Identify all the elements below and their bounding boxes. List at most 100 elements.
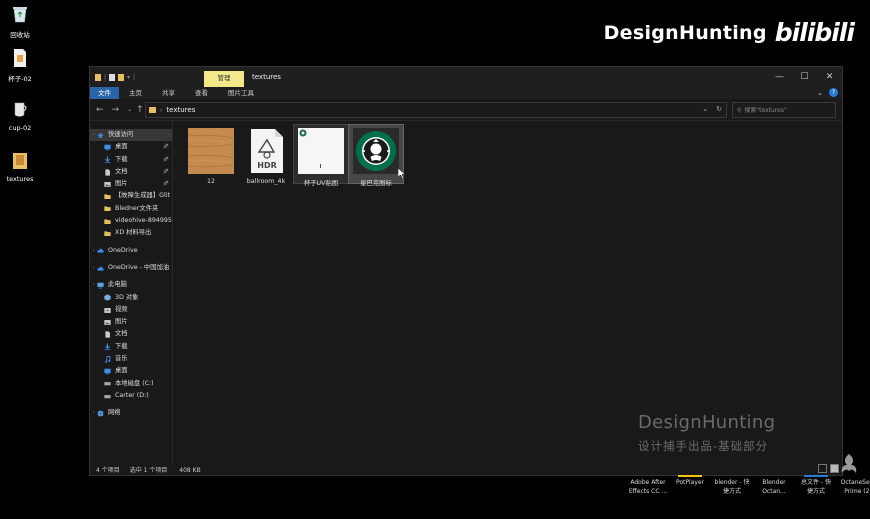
pin-icon[interactable]: 📌 <box>163 178 169 190</box>
file-name: 星巴克图标 <box>360 180 392 187</box>
sidebar-item[interactable]: Carter (D:) <box>90 390 172 402</box>
maximize-button[interactable]: ☐ <box>792 67 817 87</box>
forward-icon[interactable]: → <box>112 105 120 115</box>
search-box[interactable]: ⚲ <box>732 102 836 118</box>
sidebar-item[interactable]: › 网络 <box>90 407 172 419</box>
taskbar-app[interactable]: 总文件 - 快捷方式 <box>795 475 837 496</box>
watermark-name: DesignHunting <box>603 21 767 44</box>
new-folder-icon[interactable] <box>118 73 125 81</box>
sidebar-item[interactable]: 文档 <box>90 328 172 340</box>
sidebar-item-label: Carter (D:) <box>115 391 149 399</box>
breadcrumb-textures[interactable]: textures <box>166 106 195 114</box>
sidebar-item-label: 图片 <box>115 180 128 188</box>
expand-chevron-icon[interactable]: › <box>90 407 97 419</box>
sidebar-item[interactable]: 音乐 <box>90 353 172 365</box>
tab-file[interactable]: 文件 <box>90 87 119 99</box>
document-icon <box>104 331 115 338</box>
desktop-icon-recycle-bin[interactable]: 回收站 <box>0 4 40 39</box>
back-icon[interactable]: ← <box>96 105 104 115</box>
watermark-bottom-name: DesignHunting <box>638 412 776 433</box>
file-item[interactable]: HDR ballroom_4k <box>238 124 294 185</box>
sidebar-item-label: 下载 <box>115 155 128 163</box>
context-tab-manage[interactable]: 管理 <box>204 71 244 87</box>
mouse-cursor-icon <box>398 168 406 180</box>
taskbar-app-label: Blender <box>762 479 786 486</box>
desktop-icon-cup-cn[interactable]: 杯子-02 <box>0 48 40 83</box>
tab-share[interactable]: 共享 <box>152 87 185 99</box>
expand-chevron-icon[interactable]: › <box>90 245 97 257</box>
tab-home[interactable]: 主页 <box>119 87 152 99</box>
sidebar-item[interactable]: XD 材料导出 <box>90 227 172 239</box>
desktop-icon-textures[interactable]: textures <box>0 150 40 183</box>
tab-view[interactable]: 查看 <box>185 87 218 99</box>
taskbar-active-indicator <box>804 475 828 477</box>
expand-chevron-icon[interactable]: › <box>90 279 97 291</box>
taskbar-app[interactable]: Adobe After Effects CC ... <box>627 478 669 496</box>
search-input[interactable] <box>744 106 833 114</box>
sidebar-item[interactable]: › 此电脑 <box>90 279 172 291</box>
file-item[interactable]: 星巴克图标 <box>348 124 404 187</box>
taskbar-active-indicator <box>678 475 702 477</box>
pin-icon[interactable]: 📌 <box>163 141 169 153</box>
sidebar-item[interactable]: › 快速访问 <box>90 129 172 142</box>
sidebar-item[interactable]: 视频 <box>90 304 172 316</box>
file-item[interactable]: 杯子UV贴图 <box>293 124 349 187</box>
customize-qat-icon[interactable]: ▾ <box>127 74 130 81</box>
chevron-down-icon[interactable]: ⌄ <box>702 105 708 113</box>
expand-ribbon-icon[interactable]: ⌄ <box>817 89 823 97</box>
sidebar-item-label: 音乐 <box>115 355 128 363</box>
recent-locations-icon[interactable]: ⌄ <box>127 106 132 113</box>
desktop-icon <box>104 144 115 151</box>
pin-icon[interactable]: 📌 <box>163 154 169 166</box>
details-view-icon[interactable] <box>818 464 827 473</box>
window-controls: — ☐ ✕ <box>767 67 842 87</box>
address-bar[interactable]: › textures ⌄ ↻ <box>145 102 727 118</box>
taskbar-app-label: OctaneSe... <box>840 479 870 486</box>
folder-icon <box>104 218 115 225</box>
up-icon[interactable]: ↑ <box>136 105 144 115</box>
sidebar-item[interactable]: 【故障生成器】Glit <box>90 190 172 202</box>
cup-icon <box>14 102 27 117</box>
properties-icon[interactable] <box>109 73 116 81</box>
sidebar-item[interactable]: 本地磁盘 (C:) <box>90 378 172 390</box>
sidebar-item[interactable]: 文档 📌 <box>90 166 172 178</box>
sidebar-item[interactable]: 图片 <box>90 316 172 328</box>
taskbar-app[interactable]: Blender Octan... <box>753 478 795 496</box>
minimize-button[interactable]: — <box>767 67 792 87</box>
expand-chevron-icon[interactable]: › <box>90 262 97 274</box>
taskbar-app[interactable]: blender - 快捷方式 <box>711 478 753 496</box>
sidebar-item[interactable]: videohive-894995 <box>90 215 172 227</box>
taskbar-app-label-line2: Effects CC ... <box>628 488 668 495</box>
close-button[interactable]: ✕ <box>817 67 842 87</box>
pin-icon[interactable]: 📌 <box>163 166 169 178</box>
help-icon[interactable]: ? <box>829 88 838 97</box>
sidebar-item[interactable]: › OneDrive - 中国加油 <box>90 262 172 274</box>
sidebar-item[interactable]: 3D 对象 <box>90 292 172 304</box>
blend-file-icon <box>14 49 26 67</box>
search-icon: ⚲ <box>737 106 742 114</box>
sidebar-item[interactable]: Bledner文件夹 <box>90 203 172 215</box>
cloud-icon <box>97 247 108 254</box>
taskbar-app[interactable]: OctaneSe... Prime (2) <box>837 478 870 496</box>
sidebar-item[interactable]: 桌面 <box>90 365 172 377</box>
address-bar-controls: ⌄ ↻ <box>702 105 722 113</box>
sidebar-item[interactable]: 下载 📌 <box>90 154 172 166</box>
bilibili-logo: bilibili <box>774 18 855 47</box>
taskbar-app[interactable]: PotPlayer <box>669 475 711 496</box>
sidebar-item[interactable]: › OneDrive <box>90 245 172 257</box>
file-item[interactable]: 12 <box>183 124 239 185</box>
expand-chevron-icon[interactable]: › <box>90 129 97 141</box>
sidebar-item-label: 桌面 <box>115 143 128 151</box>
sidebar-item[interactable]: 下载 <box>90 341 172 353</box>
refresh-icon[interactable]: ↻ <box>716 105 722 113</box>
desktop-icon-label: textures <box>6 175 34 183</box>
sidebar-item-label: 快速访问 <box>108 131 134 138</box>
sidebar-item[interactable]: 桌面 📌 <box>90 141 172 153</box>
navigation-pane[interactable]: › 快速访问 桌面 📌 下载 📌 文档 📌 图片 📌 【故障生成器】Glit Bledner文件夹 vi… <box>90 121 173 463</box>
sidebar-item-label: videohive-894995 <box>115 217 172 225</box>
sidebar-item[interactable]: 图片 📌 <box>90 178 172 190</box>
chevron-right-icon[interactable]: › <box>160 107 162 114</box>
tab-picture-tools[interactable]: 图片工具 <box>218 87 264 99</box>
separator: | <box>133 73 136 81</box>
desktop-icon-cup-02[interactable]: cup-02 <box>0 99 40 132</box>
